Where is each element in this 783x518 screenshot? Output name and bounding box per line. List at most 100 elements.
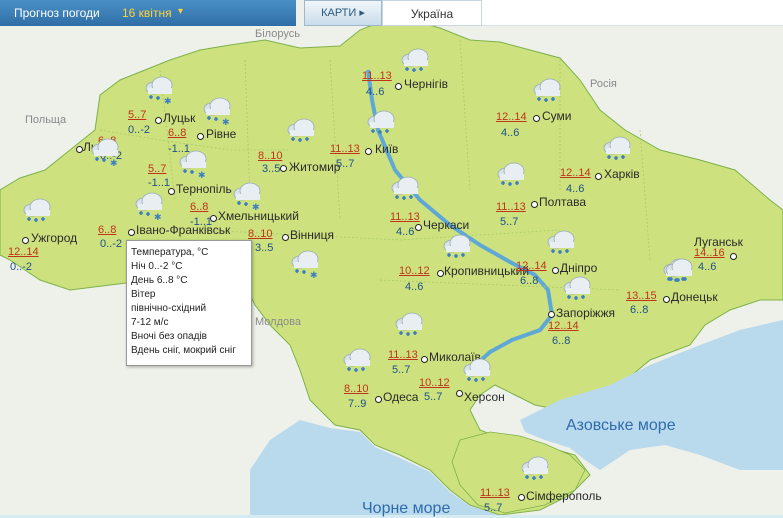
night-temp-zaporizhzhia: 6..8 [552,335,571,347]
maps-tab[interactable]: КАРТИ ▸ [304,0,382,26]
day-temp-khmelnytskyi: 6..8 [190,201,209,213]
night-temp-kropyvnytskyi: 4..6 [405,281,424,293]
night-temp-vinnytsia: 3..5 [255,242,274,254]
rain-cloud-icon-donetsk[interactable] [662,258,696,286]
city-dot-lviv[interactable] [76,146,83,153]
city-name-chernihiv[interactable]: Чернігів [404,77,448,91]
tooltip-line: Вночі без опадів [131,331,207,342]
city-name-kyiv[interactable]: Київ [375,142,398,156]
city-dot-sumy[interactable] [533,115,540,122]
city-name-ternopil[interactable]: Тернопіль [176,182,232,196]
city-dot-kharkiv[interactable] [595,173,602,180]
day-temp-luhansk: 14..16 [694,247,725,259]
rain-cloud-icon-zhytomyr[interactable] [284,118,318,146]
city-dot-poltava[interactable] [531,201,538,208]
city-dot-vinnytsia[interactable] [282,234,289,241]
city-name-uzhhorod[interactable]: Ужгород [31,231,77,245]
city-dot-zaporizhzhia[interactable] [548,311,555,318]
day-temp-odesa: 8..10 [344,383,369,395]
day-temp-poltava: 11..13 [496,201,526,213]
city-name-cherkasy[interactable]: Черкаси [423,218,469,232]
city-name-sumy[interactable]: Суми [542,109,571,123]
rain-cloud-icon-kherson[interactable] [460,358,494,386]
day-temp-simferopol: 11..13 [480,487,510,499]
rain-cloud-icon-simferopol[interactable] [518,456,552,484]
city-name-dnipro[interactable]: Дніпро [560,261,597,275]
date-selector[interactable]: 16 квітня [122,6,172,20]
city-dot-ivano[interactable] [128,229,135,236]
city-dot-simferopol[interactable] [518,494,525,501]
rain-snow-cloud-icon-ivano[interactable]: ✱ [132,192,166,223]
city-name-kharkiv[interactable]: Харків [604,167,640,181]
tooltip-line: Температура, °C [131,247,209,258]
play-arrow-icon: ▸ [356,7,365,19]
city-name-donetsk[interactable]: Донецьк [671,290,718,304]
city-name-zaporizhzhia[interactable]: Запоріжжя [556,306,615,320]
city-dot-uzhhorod[interactable] [22,237,29,244]
rain-cloud-icon-cherkasy[interactable] [388,176,422,204]
city-name-simferopol[interactable]: Сімферополь [526,489,602,503]
city-dot-donetsk[interactable] [663,296,670,303]
svg-text:✱: ✱ [164,97,172,104]
city-dot-cherkasy[interactable] [415,224,422,231]
city-name-ivano[interactable]: Івано-Франківськ [136,223,230,237]
city-dot-ternopil[interactable] [168,188,175,195]
rain-cloud-icon-mykolaiv[interactable] [392,312,426,340]
city-dot-kyiv[interactable] [365,148,372,155]
rain-cloud-icon-uzhhorod[interactable] [20,198,54,226]
city-name-kherson[interactable]: Херсон [464,390,505,404]
city-dot-kropyvnytskyi[interactable] [437,270,444,277]
label-russia: Росія [590,78,617,90]
tooltip-line: День 6..8 °C [131,275,188,286]
rain-cloud-icon-zaporizhzhia[interactable] [560,276,594,304]
day-temp-ternopil: 5..7 [148,163,167,175]
day-temp-ivano: 6..8 [98,224,117,236]
rain-cloud-icon-sumy[interactable] [530,78,564,106]
rain-cloud-icon-kharkiv[interactable] [600,136,634,164]
city-dot-chernihiv[interactable] [395,83,402,90]
rain-cloud-icon-dnipro[interactable] [544,230,578,258]
svg-text:✱: ✱ [310,271,318,278]
rain-cloud-icon-kropyvnytskyi[interactable] [440,234,474,262]
rain-snow-cloud-icon-ternopil[interactable]: ✱ [176,150,210,181]
forecast-title: Прогноз погоди [14,6,100,20]
city-name-khmelnytskyi[interactable]: Хмельницький [218,209,299,223]
tooltip-line: Ніч 0..-2 °C [131,261,183,272]
city-name-vinnytsia[interactable]: Вінниця [290,228,334,242]
night-temp-zhytomyr: 3..5 [262,163,281,175]
city-dot-kherson[interactable] [456,390,463,397]
night-temp-simferopol: 5..7 [484,502,503,514]
city-dot-lutsk[interactable] [155,117,162,124]
city-dot-zhytomyr[interactable] [280,165,287,172]
city-dot-luhansk[interactable] [730,253,737,260]
night-temp-mykolaiv: 5..7 [392,364,411,376]
region-tab[interactable]: Україна [382,0,482,26]
city-dot-rivne[interactable] [197,133,204,140]
city-dot-odesa[interactable] [375,396,382,403]
day-temp-kharkiv: 12..14 [560,167,591,179]
rain-snow-cloud-icon-lviv[interactable]: ✱ [88,138,122,169]
rain-cloud-icon-kyiv[interactable] [364,110,398,138]
city-name-lutsk[interactable]: Луцьк [163,111,195,125]
day-temp-lutsk: 5..7 [128,109,147,121]
city-dot-mykolaiv[interactable] [421,356,428,363]
rain-cloud-icon-poltava[interactable] [494,162,528,190]
tooltip-line: Вітер [131,289,156,300]
chevron-down-icon[interactable]: ▾ [178,6,183,17]
day-temp-vinnytsia: 8..10 [248,228,273,240]
city-dot-dnipro[interactable] [552,267,559,274]
city-name-zhytomyr[interactable]: Житомир [289,160,340,174]
rain-cloud-icon-odesa[interactable] [340,348,374,376]
rain-snow-cloud-icon-lutsk[interactable]: ✱ [142,76,176,107]
night-temp-kherson: 5..7 [424,391,443,403]
rain-snow-cloud-icon-khmelnytskyi[interactable]: ✱ [230,182,264,213]
day-temp-kropyvnytskyi: 10..12 [399,265,430,277]
rain-cloud-icon-chernihiv[interactable] [398,48,432,76]
rain-snow-cloud-icon-rivne[interactable]: ✱ [200,97,234,128]
rain-snow-cloud-icon-vinnytsia[interactable]: ✱ [288,250,322,281]
night-temp-chernihiv: 4..6 [366,86,385,98]
label-moldova: Молдова [255,316,301,328]
city-name-poltava[interactable]: Полтава [539,195,586,209]
city-name-odesa[interactable]: Одеса [383,390,418,404]
city-name-rivne[interactable]: Рівне [206,127,236,141]
